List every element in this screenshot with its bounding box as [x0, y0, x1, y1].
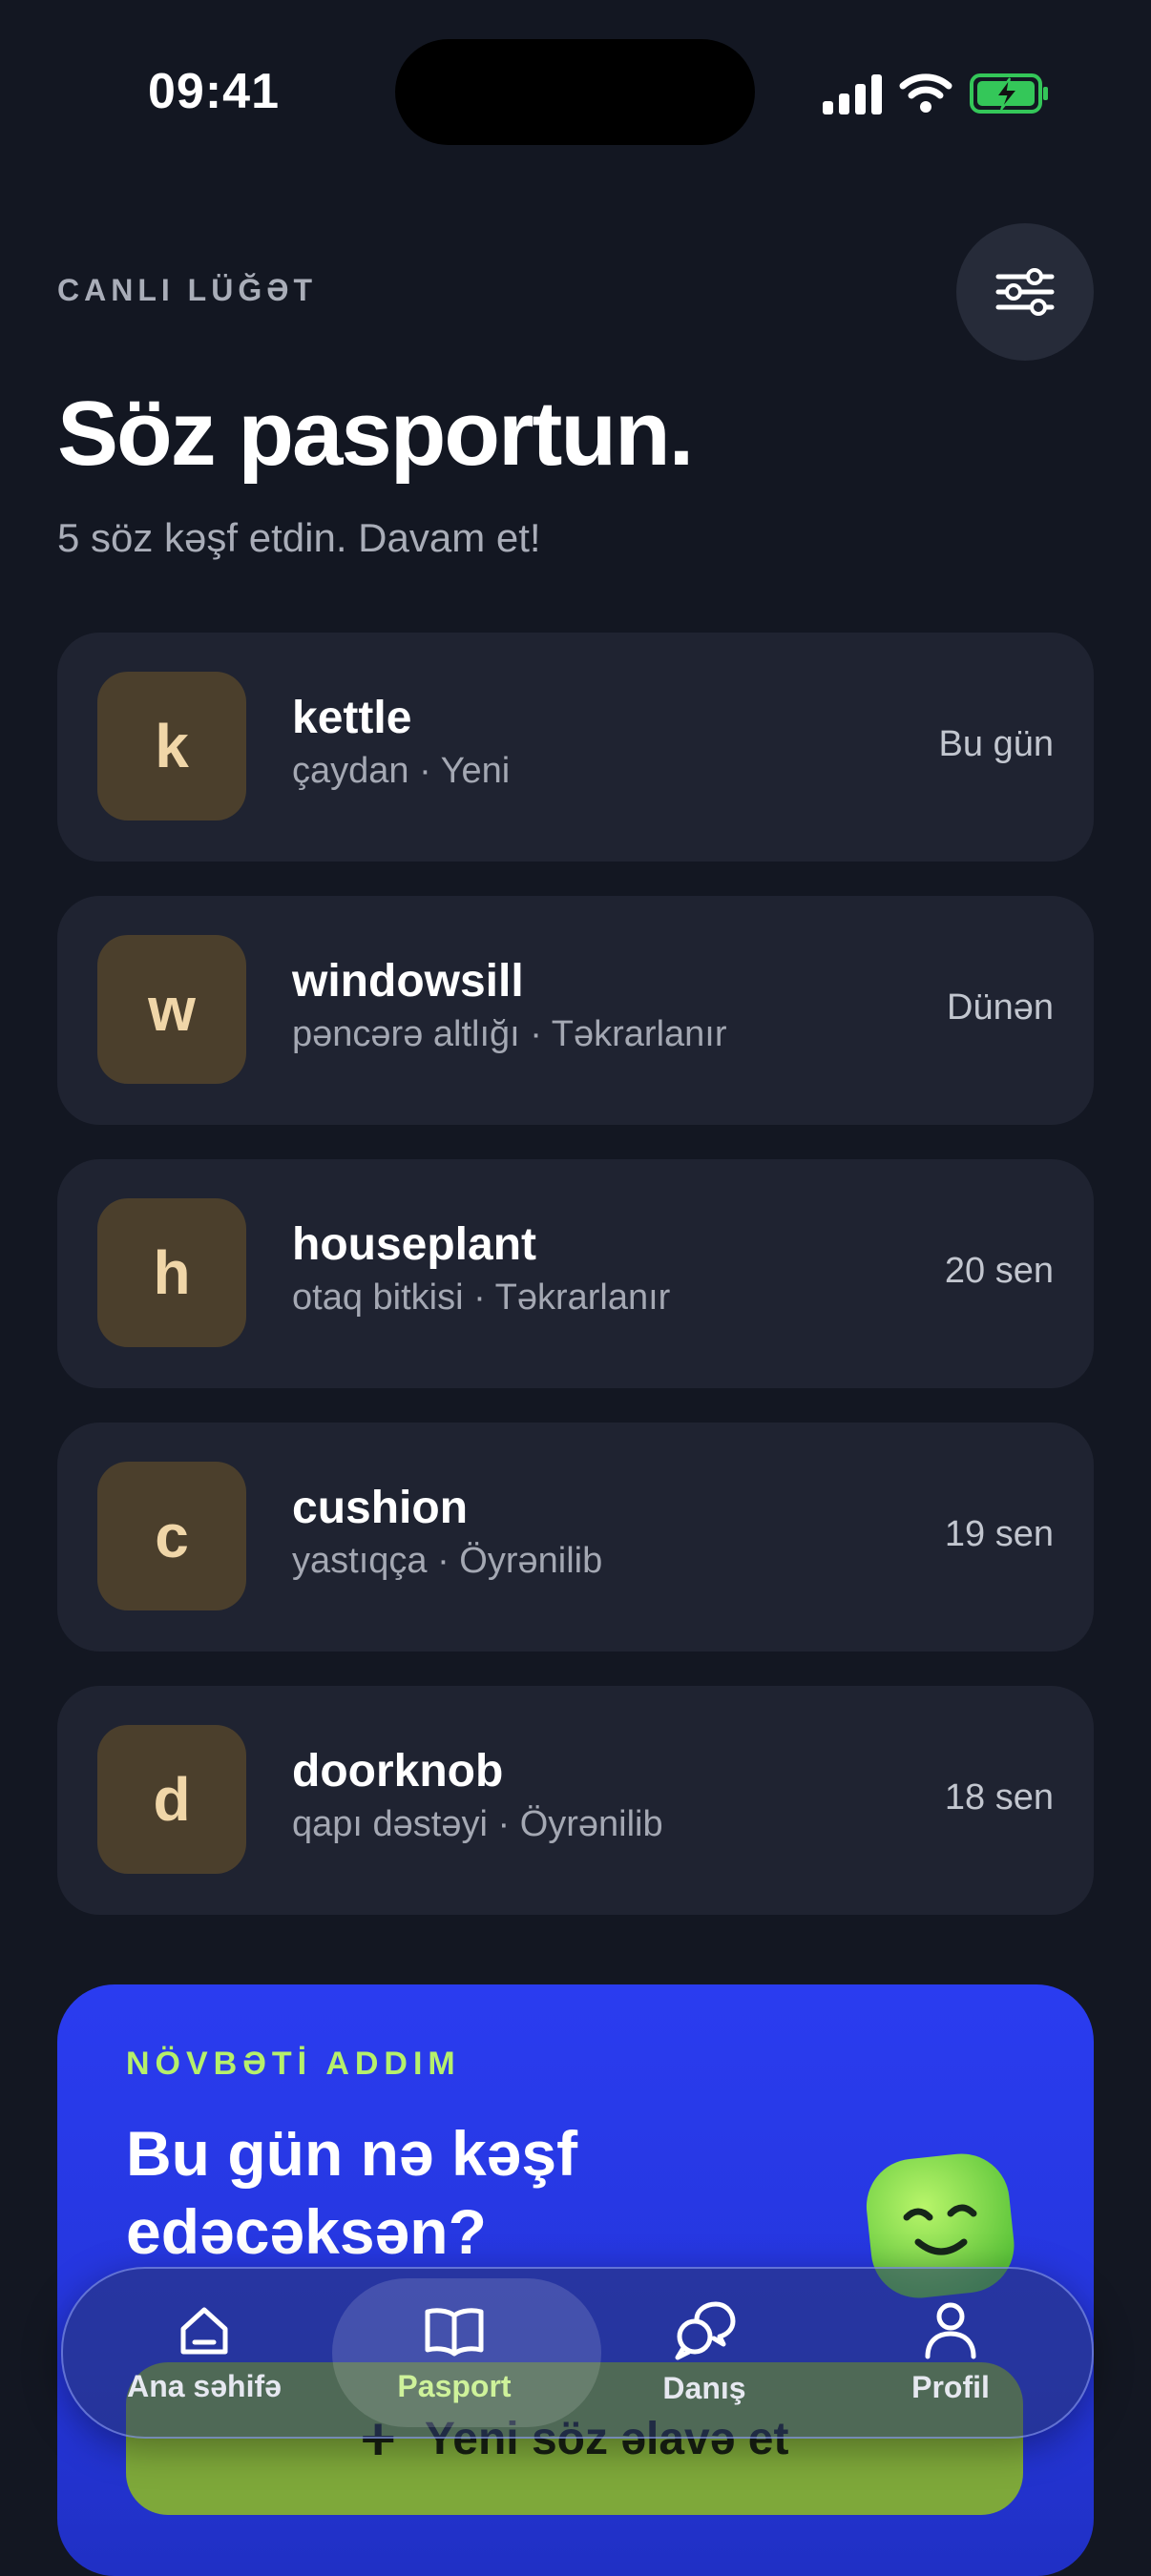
tab-speak-label: Danış — [662, 2370, 746, 2405]
word-date: 18 sen — [944, 1777, 1054, 1818]
tab-speak[interactable]: Danış — [580, 2269, 828, 2437]
status-time: 09:41 — [148, 64, 280, 119]
word-meta: qapı dəstəyi · Öyrənilib — [292, 1804, 663, 1844]
word-title: kettle — [292, 693, 412, 743]
word-meta: otaq bitkisi · Təkrarlanır — [292, 1278, 671, 1318]
word-card[interactable]: d doorknob qapı dəstəyi · Öyrənilib 18 s… — [57, 1686, 1094, 1915]
sliders-icon — [995, 268, 1055, 316]
tab-home-label: Ana səhifə — [127, 2368, 282, 2403]
next-step-title: Bu gün nə kəşf edəcəksən? — [126, 2118, 578, 2267]
tab-profile[interactable]: Profil — [827, 2269, 1075, 2437]
word-title: doorknob — [292, 1746, 504, 1797]
chat-icon — [675, 2301, 736, 2359]
word-meta: yastıqça · Öyrənilib — [292, 1541, 603, 1581]
word-date: 19 sen — [944, 1514, 1054, 1554]
user-icon — [925, 2302, 976, 2358]
word-card[interactable]: c cushion yastıqça · Öyrənilib 19 sen — [57, 1423, 1094, 1652]
word-meta: çaydan · Yeni — [292, 751, 511, 791]
word-date: 20 sen — [944, 1251, 1054, 1291]
word-date: Bu gün — [938, 724, 1054, 764]
word-card[interactable]: w windowsill pəncərə altlığı · Təkrarlan… — [57, 896, 1094, 1125]
word-meta: pəncərə altlığı · Təkrarlanır — [292, 1014, 727, 1054]
filter-button[interactable] — [956, 223, 1094, 361]
battery-charging-icon — [970, 73, 1048, 114]
word-card[interactable]: h houseplant otaq bitkisi · Təkrarlanır … — [57, 1159, 1094, 1388]
word-title: windowsill — [292, 956, 524, 1007]
word-initial-tile: h — [97, 1198, 246, 1347]
word-date: Dünən — [947, 987, 1054, 1028]
dynamic-island — [395, 39, 755, 145]
signal-icon — [823, 74, 882, 114]
page-title: Söz pasportun. — [57, 383, 694, 485]
section-eyebrow: CANLI LÜĞƏT — [57, 273, 317, 307]
word-title: cushion — [292, 1483, 469, 1533]
book-icon — [425, 2307, 484, 2356]
word-initial-tile: k — [97, 672, 246, 821]
word-initial-tile: c — [97, 1462, 246, 1610]
bottom-tab-bar: Ana səhifə Pasport Danış Profil — [61, 2267, 1094, 2439]
wifi-icon — [899, 73, 952, 113]
tab-home[interactable]: Ana səhifə — [80, 2269, 328, 2437]
word-initial-tile: d — [97, 1725, 246, 1874]
word-title: houseplant — [292, 1219, 537, 1270]
word-initial-tile: w — [97, 935, 246, 1084]
home-icon — [180, 2307, 228, 2354]
word-card[interactable]: k kettle çaydan · Yeni Bu gün — [57, 633, 1094, 862]
tab-passport[interactable]: Pasport — [330, 2269, 601, 2437]
tab-profile-label: Profil — [911, 2369, 990, 2404]
page-subtitle: 5 söz kəşf etdin. Davam et! — [57, 515, 541, 560]
next-step-eyebrow: NÖVBƏTİ ADDIM — [126, 2046, 461, 2082]
